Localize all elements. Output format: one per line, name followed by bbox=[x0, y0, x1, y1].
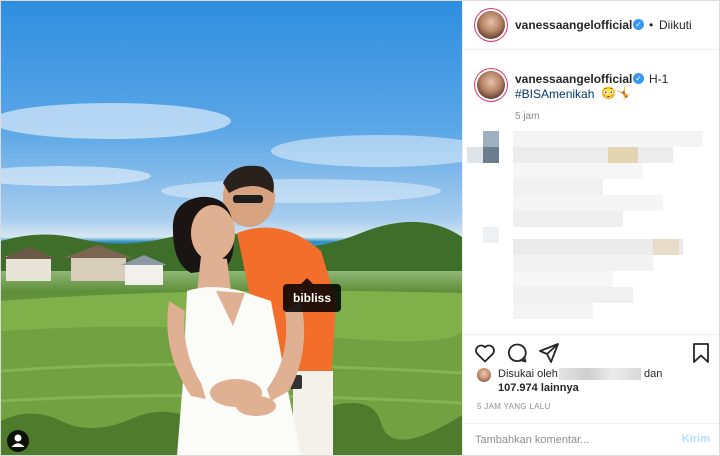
post-timestamp[interactable]: 5 JAM YANG LALU bbox=[477, 402, 551, 411]
comment-icon[interactable] bbox=[505, 341, 529, 365]
caption-hashtag[interactable]: #BISAmenikah bbox=[515, 87, 594, 101]
likes-prefix: Disukai oleh bbox=[498, 368, 558, 380]
caption-emojis: 😳🤸 bbox=[601, 86, 631, 100]
post-frame: bibliss vanessaangelofficial ✓ • Diikuti… bbox=[0, 0, 720, 456]
share-icon[interactable] bbox=[537, 341, 561, 365]
caption-time: 5 jam bbox=[515, 111, 540, 122]
post-comment-button[interactable]: Kirim bbox=[682, 433, 710, 445]
post-side-panel: vanessaangelofficial ✓ • Diikuti vanessa… bbox=[462, 1, 719, 455]
user-tag-icon bbox=[11, 434, 25, 447]
caption-username[interactable]: vanessaangelofficial bbox=[515, 72, 632, 86]
bookmark-icon[interactable] bbox=[689, 341, 713, 365]
likes-count-suffix: lainnya bbox=[540, 382, 579, 394]
heart-icon[interactable] bbox=[473, 341, 497, 365]
comment-bar: Kirim bbox=[463, 423, 719, 455]
author-avatar[interactable] bbox=[477, 11, 505, 39]
liker-avatar[interactable] bbox=[477, 368, 491, 382]
post-header: vanessaangelofficial ✓ • Diikuti bbox=[463, 1, 719, 50]
liker-name-censored bbox=[559, 368, 641, 380]
author-username[interactable]: vanessaangelofficial bbox=[515, 18, 632, 32]
caption-avatar[interactable] bbox=[477, 71, 505, 99]
header-separator: • bbox=[649, 18, 654, 32]
likes-count-number: 107.974 bbox=[498, 382, 538, 394]
photo-illustration bbox=[1, 103, 462, 455]
photo-tag-label[interactable]: bibliss bbox=[283, 278, 342, 312]
post-photo[interactable]: bibliss bbox=[1, 1, 462, 455]
likes-conjunction: dan bbox=[644, 368, 663, 380]
follow-status-button[interactable]: Diikuti bbox=[659, 18, 692, 32]
caption-text: H-1 bbox=[649, 72, 669, 86]
user-tag-button[interactable] bbox=[7, 430, 29, 452]
verified-badge-icon: ✓ bbox=[633, 73, 644, 84]
verified-badge-icon: ✓ bbox=[633, 19, 644, 30]
likes-count[interactable]: 107.974 lainnya bbox=[498, 382, 579, 394]
comment-input[interactable] bbox=[475, 432, 665, 448]
post-actions-bar bbox=[463, 334, 719, 371]
